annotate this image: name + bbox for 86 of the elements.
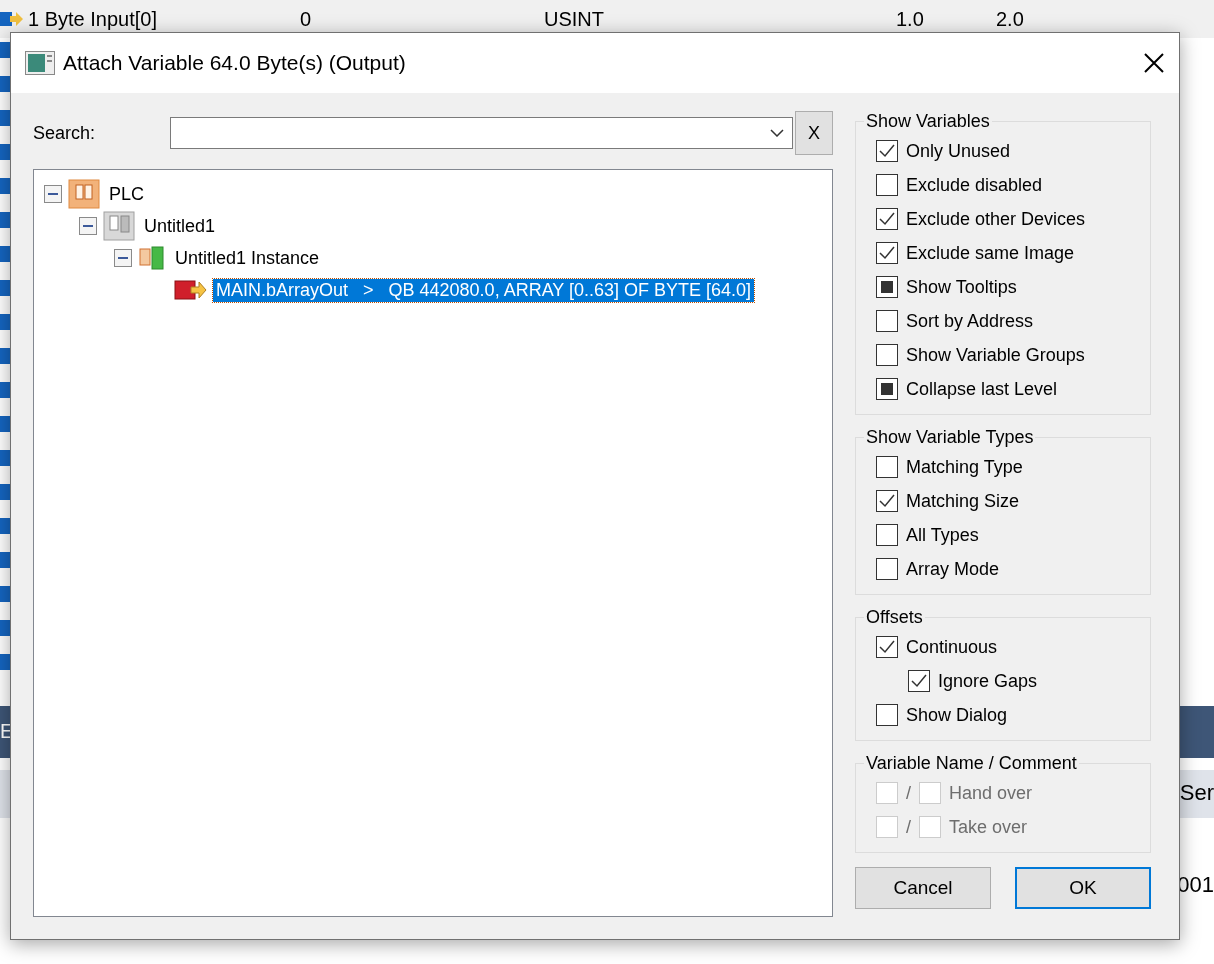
ok-button[interactable]: OK: [1015, 867, 1151, 909]
window-icon: [25, 51, 55, 75]
list-icon: [0, 280, 10, 296]
column-header: Ser: [1179, 780, 1214, 806]
separator-text: /: [906, 816, 911, 838]
clear-button[interactable]: X: [795, 111, 833, 155]
checkbox[interactable]: [876, 208, 898, 230]
cancel-button[interactable]: Cancel: [855, 867, 991, 909]
table-cell-text: 0: [300, 7, 313, 31]
list-icon: [0, 42, 10, 58]
checkbox[interactable]: [876, 456, 898, 478]
group-title: Offsets: [865, 607, 924, 628]
checkbox[interactable]: [876, 636, 898, 658]
plc-icon: [68, 179, 100, 209]
separator-text: /: [906, 782, 911, 804]
list-icon: [0, 518, 10, 534]
list-icon: [0, 416, 10, 432]
arrow-icon: [0, 9, 24, 29]
checkbox-label: Show Tooltips: [906, 276, 1017, 298]
list-icon: [0, 484, 10, 500]
checkbox[interactable]: [876, 140, 898, 162]
project-icon: [103, 211, 135, 241]
checkbox-label: Array Mode: [906, 558, 1000, 580]
minus-icon: [48, 193, 58, 195]
minus-icon: [118, 257, 128, 259]
checkbox-label: Exclude same Image: [906, 242, 1075, 264]
checkbox-label: Only Unused: [906, 140, 1011, 162]
window-title: Attach Variable 64.0 Byte(s) (Output): [63, 51, 407, 75]
checkbox[interactable]: [876, 490, 898, 512]
table-cell-text: 1.0: [896, 7, 925, 31]
chevron-down-icon[interactable]: [770, 129, 784, 137]
checkbox-label: Hand over: [949, 782, 1033, 804]
checkbox-label: Ignore Gaps: [938, 670, 1038, 692]
checkbox[interactable]: [876, 310, 898, 332]
minus-icon: [83, 225, 93, 227]
search-label: Search:: [33, 122, 97, 144]
list-icon: [0, 552, 10, 568]
list-icon: [0, 246, 10, 262]
search-field[interactable]: [170, 117, 793, 149]
table-cell-text: 2.0: [996, 7, 1025, 31]
list-icon: [0, 586, 10, 602]
list-icon: [0, 178, 10, 194]
list-icon: [0, 450, 10, 466]
checkbox[interactable]: [876, 276, 898, 298]
checkbox[interactable]: [876, 704, 898, 726]
checkbox-label: All Types: [906, 524, 979, 546]
close-icon[interactable]: [1143, 52, 1165, 74]
list-icon: [0, 144, 10, 160]
instance-icon: [138, 245, 166, 271]
checkbox[interactable]: [876, 174, 898, 196]
checkbox-label: Exclude disabled: [906, 174, 1043, 196]
checkbox[interactable]: [876, 378, 898, 400]
checkbox[interactable]: [908, 670, 930, 692]
checkbox-label: Show Variable Groups: [906, 344, 1085, 366]
tree-item[interactable]: PLC: [106, 182, 147, 206]
checkbox-label: Continuous: [906, 636, 998, 658]
list-icon: [0, 348, 10, 364]
checkbox-label: Take over: [949, 816, 1028, 838]
checkbox[interactable]: [876, 344, 898, 366]
collapse-toggle[interactable]: [114, 249, 132, 267]
list-icon: [0, 654, 10, 670]
group-title: Show Variable Types: [865, 427, 1035, 448]
tree-item[interactable]: Untitled1 Instance: [172, 246, 323, 270]
checkbox-label: Matching Size: [906, 490, 1020, 512]
group-title: Variable Name / Comment: [865, 753, 1078, 774]
list-icon: [0, 110, 10, 126]
tree-item[interactable]: Untitled1: [141, 214, 219, 238]
list-icon: [0, 314, 10, 330]
group-title: Show Variables: [865, 111, 991, 132]
checkbox[interactable]: [876, 558, 898, 580]
list-icon: [0, 76, 10, 92]
list-icon: [0, 382, 10, 398]
tree-item[interactable]: MAIN.bArrayOut > QB 442080.0, ARRAY [0..63] OF BYTE [64.0]: [213, 278, 755, 302]
checkbox-label: Show Dialog: [906, 704, 1008, 726]
list-icon: [0, 212, 10, 228]
checkbox[interactable]: [876, 242, 898, 264]
checkbox-label: Collapse last Level: [906, 378, 1058, 400]
checkbox-label: Matching Type: [906, 456, 1023, 478]
collapse-toggle[interactable]: [79, 217, 97, 235]
list-icon: [0, 620, 10, 636]
collapse-toggle[interactable]: [44, 185, 62, 203]
checkbox-label: Exclude other Devices: [906, 208, 1086, 230]
table-cell-text: USINT: [544, 7, 605, 31]
checkbox-label: Sort by Address: [906, 310, 1034, 332]
checkbox[interactable]: [876, 524, 898, 546]
table-cell-text: 1 Byte Input[0]: [28, 7, 158, 31]
